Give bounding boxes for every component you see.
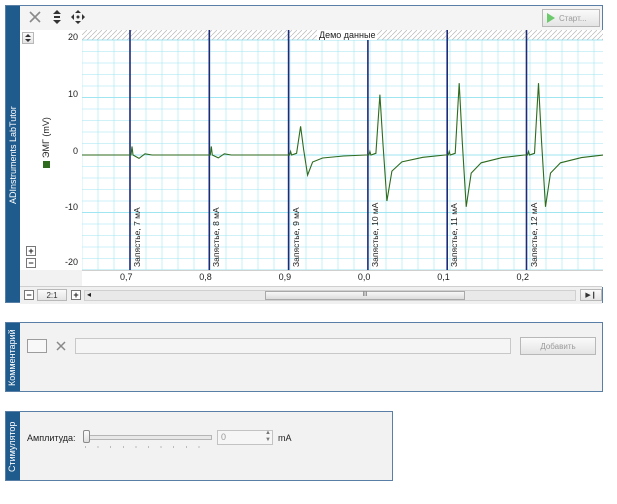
comment-panel-title: Комментарий — [7, 329, 17, 386]
spin-up-icon[interactable]: ▲ — [265, 430, 271, 436]
amplitude-spinbox[interactable]: 0 ▲ ▼ — [217, 430, 273, 445]
amplitude-slider[interactable] — [82, 430, 212, 452]
comment-sidebar: Комментарий — [6, 323, 20, 391]
autoscale-icon[interactable] — [50, 9, 64, 25]
y-tick-label: -10 — [64, 202, 78, 212]
x-tick-label: 0,1 — [437, 272, 450, 282]
amplitude-label: Амплитуда: — [27, 433, 76, 443]
stimulator-panel: Стимулятор Амплитуда: 0 ▲ ▼ mA — [5, 411, 393, 481]
comment-label: Запястье, 7 мА — [132, 207, 142, 267]
x-tick-label: 0,7 — [120, 272, 133, 282]
scroll-thumb[interactable]: III — [265, 291, 465, 300]
channel-menu-button[interactable] — [22, 32, 34, 44]
x-tick-label: 0,2 — [516, 272, 530, 282]
app-sidebar-title: ADInstruments LabTutor — [8, 106, 18, 204]
y-tick-label: 10 — [67, 89, 78, 99]
updown-icon — [25, 34, 31, 42]
slider-ticks — [85, 446, 211, 448]
y-tick-label: 20 — [67, 32, 78, 42]
plot-svg — [82, 30, 603, 270]
bottom-controls: − 2:1 + ◂ III ▶❙ — [20, 286, 602, 304]
demo-label: Демо данные — [317, 30, 378, 40]
spin-down-icon[interactable]: ▼ — [265, 437, 271, 443]
time-axis: 0,7 0,8 0,9 0,0 0,1 0,2 — [82, 270, 603, 287]
emg-trace — [82, 83, 603, 207]
scroll-left-arrow-icon[interactable]: ◂ — [87, 290, 91, 299]
y-tick-label: -20 — [64, 257, 78, 267]
start-button-label: Старт... — [559, 13, 587, 23]
clear-comment-icon[interactable] — [55, 340, 67, 352]
slider-track — [84, 435, 212, 440]
add-comment-button[interactable]: Добавить — [520, 337, 596, 355]
time-zoom-in-button[interactable]: + — [71, 290, 81, 300]
comment-markers — [129, 30, 528, 270]
play-icon — [547, 13, 555, 23]
amplitude-unit: mA — [278, 433, 292, 443]
stimulator-sidebar: Стимулятор — [6, 412, 20, 480]
channel-label: ЭМГ (mV) — [41, 117, 51, 168]
stimulator-panel-title: Стимулятор — [7, 421, 17, 472]
close-icon[interactable] — [28, 10, 42, 24]
x-tick-label: 0,9 — [278, 272, 292, 282]
zoom-out-button[interactable]: − — [26, 258, 36, 268]
time-zoom-out-button[interactable]: − — [24, 290, 34, 300]
comment-label: Запястье, 8 мА — [211, 207, 222, 267]
x-tick-label: 0,0 — [357, 272, 371, 282]
comment-label: Запястье, 12 мА — [528, 202, 539, 267]
pan-icon[interactable] — [70, 9, 86, 25]
comment-label: Запястье, 9 мА — [290, 207, 301, 267]
comment-input[interactable] — [75, 338, 511, 354]
comment-panel: Комментарий Добавить — [5, 322, 603, 392]
x-tick-label: 0,8 — [199, 272, 212, 282]
start-button[interactable]: Старт... — [542, 9, 600, 27]
comment-label: Запястье, 10 мА — [369, 202, 380, 267]
amplitude-value: 0 — [221, 432, 227, 442]
comment-label: Запястье, 11 мА — [449, 203, 460, 267]
chart-panel: ADInstruments LabTutor Старт... ЭМГ (mV)… — [5, 5, 603, 304]
zoom-in-button[interactable]: + — [26, 246, 36, 256]
chart-toolbar: Старт... — [20, 6, 602, 31]
app-sidebar: ADInstruments LabTutor — [6, 6, 20, 302]
scroll-end-button[interactable]: ▶❙ — [580, 289, 602, 301]
y-axis-panel: ЭМГ (mV) 20 10 0 -10 -20 + − — [20, 30, 83, 270]
plot-area[interactable]: Демо данные Запястье, 7 мА Запястье, 8 мА… — [82, 30, 603, 270]
y-tick-label: 0 — [72, 146, 78, 156]
time-scale-button[interactable]: 2:1 — [37, 289, 67, 301]
scroll-track[interactable]: ◂ III — [84, 290, 576, 301]
channel-color-swatch — [43, 161, 51, 168]
slider-thumb[interactable] — [83, 430, 90, 443]
comment-color-box[interactable] — [27, 339, 47, 353]
channel-label-text: ЭМГ (mV) — [41, 117, 51, 158]
